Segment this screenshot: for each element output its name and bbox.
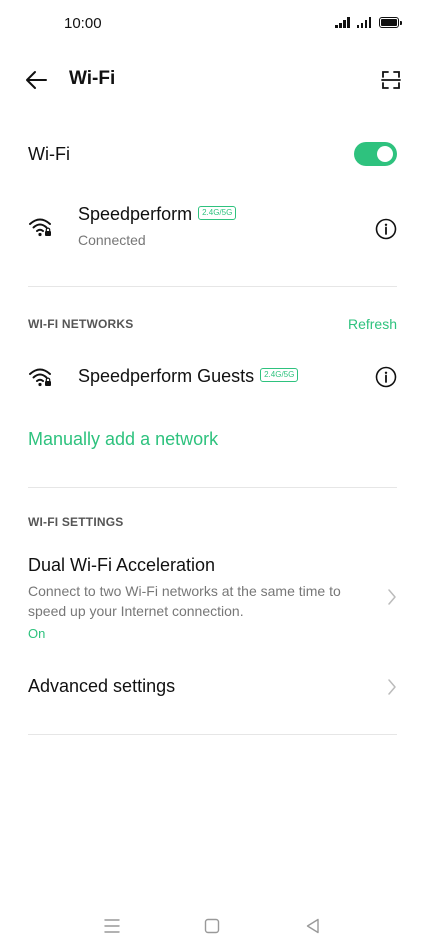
arrow-left-icon (26, 71, 47, 89)
page-title: Wi-Fi (69, 68, 116, 89)
advanced-settings-title: Advanced settings (28, 676, 176, 696)
band-badge: 2.4G/5G (260, 368, 299, 383)
connected-network-row[interactable]: Speedperform 2.4G/5G Connected (28, 204, 397, 254)
wifi-toggle-label: Wi-Fi (28, 144, 70, 164)
band-badge: 2.4G/5G (198, 206, 237, 221)
info-icon (375, 366, 397, 388)
signal-icon (335, 16, 350, 28)
advanced-settings-row[interactable]: Advanced settings (28, 672, 397, 704)
connected-network-name: Speedperform 2.4G/5G (78, 204, 237, 225)
nav-back-button[interactable] (303, 916, 323, 936)
network-item-name: Speedperform Guests 2.4G/5G (78, 366, 299, 387)
menu-icon (104, 919, 120, 933)
status-bar: 10:00 (0, 0, 425, 46)
chevron-right-icon (388, 589, 396, 605)
manually-add-network-link[interactable]: Manually add a network (28, 429, 218, 450)
connected-status: Connected (78, 232, 146, 248)
chevron-right-icon (388, 679, 396, 695)
signal-icon (356, 16, 371, 28)
dual-wifi-description: Connect to two Wi-Fi networks at the sam… (28, 583, 341, 619)
back-triangle-icon (306, 918, 319, 934)
qr-scan-icon (381, 71, 401, 89)
scan-button[interactable] (379, 68, 403, 92)
divider (28, 734, 397, 735)
nav-home-button[interactable] (202, 916, 222, 936)
navigation-bar (0, 902, 425, 950)
wifi-networks-header: WI-FI NETWORKS (28, 317, 134, 331)
wifi-toggle-row: Wi-Fi (28, 136, 397, 174)
network-name-text: Speedperform (78, 204, 193, 224)
divider (28, 487, 397, 488)
connected-network-info-button[interactable] (375, 218, 397, 240)
wifi-lock-icon (29, 218, 51, 237)
info-icon (375, 218, 397, 240)
network-info-button[interactable] (375, 366, 397, 388)
toggle-knob (377, 146, 393, 162)
refresh-button[interactable]: Refresh (348, 316, 397, 332)
nav-menu-button[interactable] (102, 916, 122, 936)
divider (28, 286, 397, 287)
dual-wifi-title: Dual Wi-Fi Acceleration (28, 555, 216, 575)
back-button[interactable] (22, 66, 52, 94)
dual-wifi-value: On (28, 626, 46, 641)
battery-icon (379, 17, 402, 28)
wifi-lock-icon (29, 368, 51, 387)
network-name-text: Speedperform Guests (78, 366, 255, 386)
status-icons (335, 16, 402, 28)
app-bar: Wi-Fi (0, 56, 425, 104)
wifi-settings-header: WI-FI SETTINGS (28, 515, 124, 529)
dual-wifi-acceleration-row[interactable]: Dual Wi-Fi Acceleration Connect to two W… (28, 553, 397, 645)
wifi-toggle-switch[interactable] (354, 142, 397, 166)
network-item[interactable]: Speedperform Guests 2.4G/5G (28, 364, 397, 394)
status-time: 10:00 (64, 15, 102, 32)
home-square-icon (204, 918, 220, 934)
